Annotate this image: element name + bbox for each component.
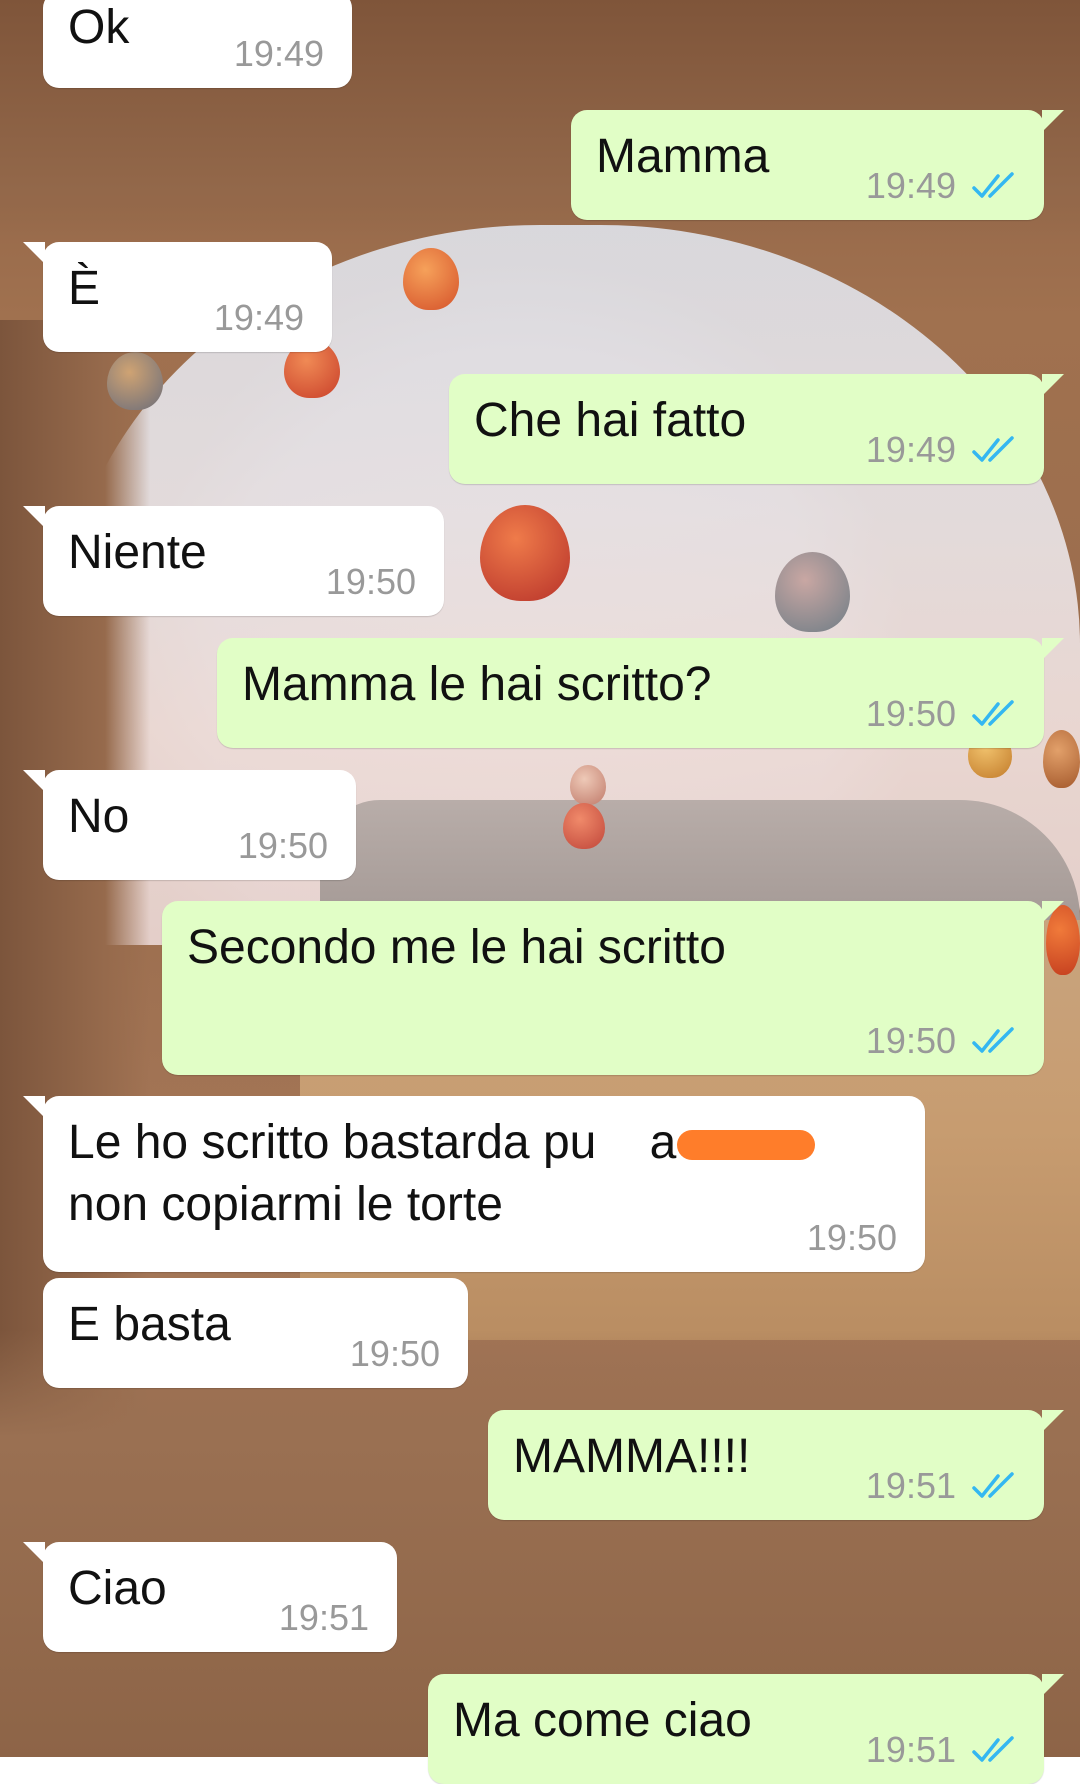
outgoing-message-bubble[interactable]: Mamma le hai scritto? 19:50 [217,638,1064,748]
message-timestamp: 19:51 [865,1729,956,1770]
message-text: E basta [68,1298,231,1351]
message-text: È [68,262,101,315]
message-timestamp: 19:49 [233,33,324,74]
outgoing-message-bubble[interactable]: Ma come ciao 19:51 [428,1674,1064,1784]
message-timestamp: 19:50 [806,1217,897,1258]
message-text: Ma come ciao [453,1694,752,1747]
incoming-message-bubble[interactable]: Ciao 19:51 [23,1542,397,1652]
message-text: Che hai fatto [474,394,747,447]
incoming-message-bubble[interactable]: È 19:49 [23,242,332,352]
message-timestamp: 19:49 [865,165,956,206]
message-timestamp: 19:51 [865,1465,956,1506]
message-timestamp: 19:50 [237,825,328,866]
outgoing-message-bubble[interactable]: Mamma 19:49 [571,110,1064,220]
chat-conversation: Ok 19:49 Mamma 19:49 È 19:49 Che hai fat… [0,0,1080,1784]
incoming-message-bubble[interactable]: Niente 19:50 [23,506,444,616]
incoming-message-bubble[interactable]: Le ho scritto bastarda pu a non copiarmi… [23,1096,925,1272]
message-text: Niente [68,526,207,579]
outgoing-message-bubble[interactable]: MAMMA!!!! 19:51 [488,1410,1064,1520]
read-double-check-icon [972,1472,1014,1498]
message-text: Secondo me le hai scritto [187,921,726,974]
message-timestamp: 19:50 [865,1020,956,1061]
message-timestamp: 19:50 [325,561,416,602]
message-text: Ok [68,1,130,54]
outgoing-message-bubble[interactable]: Secondo me le hai scritto 19:50 [162,901,1064,1075]
message-text: Mamma le hai scritto? [242,658,712,711]
incoming-message-bubble[interactable]: E basta 19:50 [43,1278,468,1388]
redaction-mark [677,1130,815,1160]
message-text: MAMMA!!!! [513,1430,751,1483]
read-double-check-icon [972,436,1014,462]
message-text: No [68,790,130,843]
incoming-message-bubble[interactable]: No 19:50 [23,770,356,880]
incoming-message-bubble[interactable]: Ok 19:49 [43,0,352,88]
outgoing-message-bubble[interactable]: Che hai fatto 19:49 [449,374,1064,484]
message-timestamp: 19:49 [213,297,304,338]
message-text: Mamma [596,130,770,183]
message-text: Le ho scritto bastarda pu a non copiarmi… [68,1116,677,1231]
message-timestamp: 19:49 [865,429,956,470]
message-timestamp: 19:50 [349,1333,440,1374]
read-double-check-icon [972,172,1014,198]
message-timestamp: 19:51 [278,1597,369,1638]
message-timestamp: 19:50 [865,693,956,734]
read-double-check-icon [972,1027,1014,1053]
read-double-check-icon [972,700,1014,726]
message-text: Ciao [68,1562,167,1615]
read-double-check-icon [972,1736,1014,1762]
